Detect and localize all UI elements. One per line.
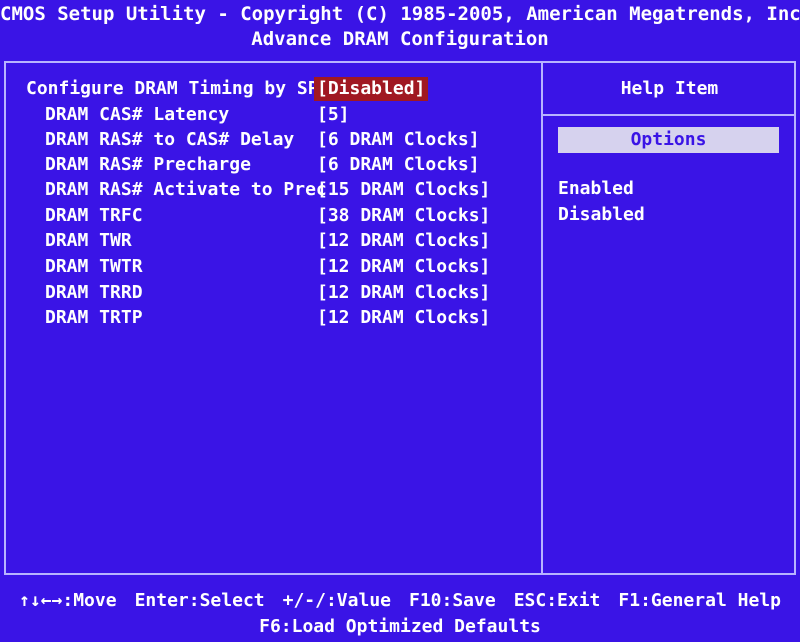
setting-row-trrd[interactable]: DRAM TRRD [12 DRAM Clocks] — [0, 281, 540, 305]
setting-value-selected[interactable]: [Disabled] — [314, 77, 429, 101]
setting-label: DRAM RAS# Precharge — [45, 154, 251, 175]
setting-label: DRAM TRFC — [45, 205, 143, 226]
key-value-hint: +/-/:Value — [282, 590, 391, 611]
key-help-hint: F1:General Help — [618, 590, 781, 611]
page-title: Advance DRAM Configuration — [251, 28, 549, 50]
setting-row-trfc[interactable]: DRAM TRFC [38 DRAM Clocks] — [0, 204, 540, 228]
setting-label: DRAM TWTR — [45, 256, 143, 277]
setting-row-ras-to-cas[interactable]: DRAM RAS# to CAS# Delay [6 DRAM Clocks] — [0, 128, 540, 152]
panel-divider — [541, 61, 543, 575]
setting-label: DRAM RAS# to CAS# Delay — [45, 129, 295, 150]
setting-label: DRAM TRTP — [45, 307, 143, 328]
key-move-hint: ↑↓←→:Move — [19, 590, 117, 611]
option-disabled[interactable]: Disabled — [558, 204, 645, 225]
setting-row-ras-activate[interactable]: DRAM RAS# Activate to Prec [15 DRAM Cloc… — [0, 178, 540, 202]
setting-row-twtr[interactable]: DRAM TWTR [12 DRAM Clocks] — [0, 255, 540, 279]
setting-value[interactable]: [12 DRAM Clocks] — [317, 306, 490, 330]
setting-value[interactable]: [6 DRAM Clocks] — [317, 153, 480, 177]
setting-value[interactable]: [12 DRAM Clocks] — [317, 281, 490, 305]
setting-label: DRAM CAS# Latency — [45, 104, 230, 125]
setting-label: DRAM RAS# Activate to Prec — [45, 179, 327, 200]
setting-row-cas-latency[interactable]: DRAM CAS# Latency [5] — [0, 103, 540, 127]
setting-value[interactable]: [12 DRAM Clocks] — [317, 229, 490, 253]
setting-row-twr[interactable]: DRAM TWR [12 DRAM Clocks] — [0, 229, 540, 253]
help-item-title: Help Item — [620, 78, 719, 99]
setting-value[interactable]: [6 DRAM Clocks] — [317, 128, 480, 152]
key-defaults-bar: F6:Load Optimized Defaults — [0, 616, 800, 637]
setting-label: DRAM TWR — [45, 230, 132, 251]
setting-value[interactable]: [38 DRAM Clocks] — [317, 204, 490, 228]
key-exit-hint: ESC:Exit — [513, 590, 601, 611]
setting-row-ras-precharge[interactable]: DRAM RAS# Precharge [6 DRAM Clocks] — [0, 153, 540, 177]
setting-value[interactable]: [12 DRAM Clocks] — [317, 255, 490, 279]
key-save-hint: F10:Save — [409, 590, 496, 611]
window-title: CMOS Setup Utility - Copyright (C) 1985-… — [0, 3, 800, 25]
setting-row-trtp[interactable]: DRAM TRTP [12 DRAM Clocks] — [0, 306, 540, 330]
setting-value[interactable]: [5] — [317, 103, 350, 127]
help-divider — [543, 114, 796, 116]
setting-label: Configure DRAM Timing by SPD — [26, 78, 330, 99]
option-enabled[interactable]: Enabled — [558, 178, 634, 199]
setting-value[interactable]: [15 DRAM Clocks] — [317, 178, 490, 202]
key-defaults-hint: F6:Load Optimized Defaults — [259, 616, 541, 637]
setting-label: DRAM TRRD — [45, 282, 143, 303]
options-header: Options — [558, 127, 779, 153]
setting-row-spd-timing[interactable]: Configure DRAM Timing by SPD [Disabled] — [0, 77, 540, 101]
key-select-hint: Enter:Select — [134, 590, 265, 611]
key-help-bar: ↑↓←→:Move Enter:Select +/-/:Value F10:Save E… — [0, 590, 800, 611]
